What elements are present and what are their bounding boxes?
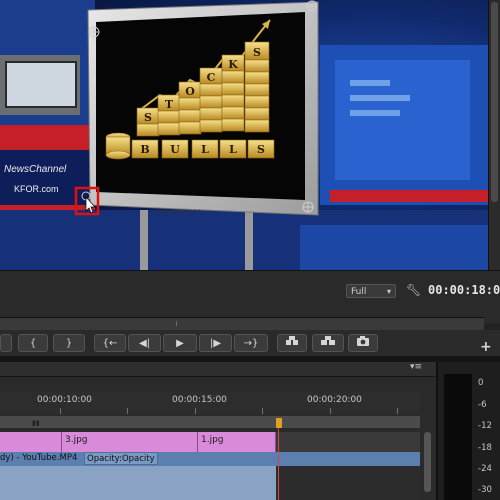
go-to-in-button[interactable]: {← (94, 334, 126, 352)
card-letter: L (201, 143, 209, 156)
lift-button[interactable] (277, 334, 307, 352)
db-label: -12 (478, 421, 492, 431)
clip-name: dy) - YouTube.MP4 (0, 453, 78, 463)
partial-button[interactable] (0, 334, 12, 352)
db-label: -24 (478, 464, 492, 474)
ruler-tick (195, 408, 196, 414)
extract-button[interactable] (312, 334, 344, 352)
monitor-scrub-bar[interactable] (0, 317, 484, 331)
wrench-icon[interactable]: 🔧︎ (406, 283, 421, 297)
go-to-out-button[interactable]: →} (234, 334, 268, 352)
scrollbar-thumb[interactable] (491, 2, 498, 202)
card-letter: K (228, 58, 238, 71)
db-label: -6 (478, 400, 487, 410)
play-button[interactable]: ▶ (163, 334, 197, 352)
card-letter: T (165, 98, 174, 111)
card-letter: C (207, 71, 216, 84)
ruler-tick (330, 408, 331, 414)
export-frame-button[interactable] (348, 334, 378, 352)
add-button-icon[interactable]: + (480, 339, 492, 355)
ruler-tick (262, 408, 263, 414)
video-clip[interactable] (0, 432, 62, 452)
extract-icon (321, 336, 335, 345)
card-letter: U (170, 143, 180, 156)
ruler-tick (127, 408, 128, 414)
clip-body[interactable] (0, 466, 276, 500)
empty-track-area[interactable] (276, 466, 420, 500)
video-clip[interactable]: 3.jpg (62, 432, 198, 452)
db-label: -18 (478, 443, 492, 453)
playhead-marker[interactable] (276, 418, 282, 428)
opacity-menu[interactable]: Opacity:Opacity ▾ (84, 452, 158, 477)
monitor-scrollbar[interactable] (488, 0, 500, 270)
db-label: -30 (478, 485, 492, 495)
ruler-label: 00:00:10:00 (37, 395, 92, 405)
step-back-button[interactable]: ◀| (128, 334, 161, 352)
timeline-header (0, 362, 436, 377)
card-letter: L (229, 143, 237, 156)
screen-brand: NewsChannel 4 (158, 210, 201, 216)
db-label: 0 (478, 378, 484, 388)
card-letter: S (253, 46, 261, 59)
work-area-bar[interactable]: ▮▮ (0, 416, 420, 428)
video-clip[interactable]: 1.jpg (198, 432, 276, 452)
left-wall-brand: NewsChannel (4, 164, 67, 175)
card-letter: B (140, 143, 149, 156)
camera-icon (357, 336, 369, 346)
card-letter: S (257, 143, 265, 156)
card-letter: O (185, 85, 195, 98)
mark-out-button[interactable]: } (53, 334, 85, 352)
zoom-level-value: Full (351, 287, 367, 297)
card-letter: S (144, 111, 152, 124)
timeline-scrollbar[interactable] (422, 432, 434, 500)
zoom-level-select[interactable]: Full ▾ (346, 284, 396, 298)
scrollbar-thumb[interactable] (424, 432, 431, 492)
scrub-tick (176, 321, 177, 326)
program-monitor[interactable]: NewsChannel KFOR.com S T O C K S B U L L… (0, 0, 500, 270)
ruler-label: 00:00:20:00 (307, 395, 362, 405)
chevron-down-icon: ▾ (386, 287, 391, 296)
lift-icon (286, 336, 298, 345)
monitor-video-frame: NewsChannel KFOR.com S T O C K S B U L L… (0, 0, 490, 270)
mark-in-button[interactable]: { (18, 334, 48, 352)
timecode-display[interactable]: 00:00:18:00 (428, 283, 500, 297)
monitor-controls-strip (0, 270, 500, 323)
left-wall-text: KFOR.com (14, 184, 59, 194)
ruler-tick (397, 408, 398, 414)
step-forward-button[interactable]: |▶ (199, 334, 232, 352)
audio-level-bar (444, 374, 472, 500)
panel-menu-icon[interactable]: ▾≡ (410, 362, 422, 372)
ruler-tick (60, 408, 61, 414)
playhead-line (278, 428, 279, 500)
ruler-label: 00:00:15:00 (172, 395, 227, 405)
grip-icon: ▮▮ (32, 419, 40, 427)
